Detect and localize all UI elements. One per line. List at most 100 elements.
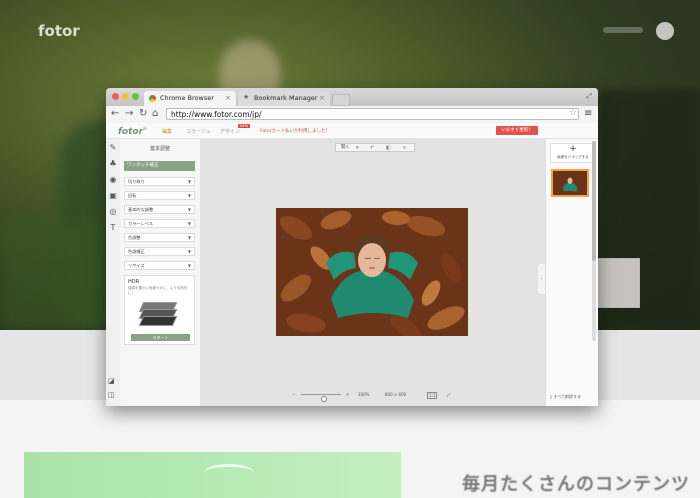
scrollbar-thumb[interactable] [592,141,596,261]
text-icon[interactable]: T [108,223,118,233]
app-logo[interactable]: fotor® [118,126,147,137]
open-menu[interactable]: 開く [341,145,350,150]
caret-down-icon: ▼ [187,193,191,198]
layers-icon [138,302,179,326]
nav-collage[interactable]: コラージュ [186,128,211,135]
fullscreen-icon[interactable]: ⤢ [586,92,592,101]
canvas-toolbar: 開く ▾ ↶ ◧ ⋖ [335,143,415,152]
star-icon: ★ [243,93,250,101]
background-heading: 毎月たくさんのコンテンツ [462,474,690,495]
scrollbar[interactable] [592,141,596,341]
hdr-start-button[interactable]: スタート [131,334,190,341]
eye-icon[interactable]: ◉ [108,175,118,185]
upgrade-button[interactable]: いますぐ更新！ [496,126,538,135]
tab-bookmark-manager[interactable]: ★ Bookmark Manager × [238,91,330,106]
zoom-percent: 100% [358,392,370,397]
image-tray: + 画像をドラッグする ▯ すべて削除する [545,139,598,406]
tool-strip: ✎ ♣ ◉ ▣ ◎ T ◪ ◫ [106,139,121,406]
one-click-fix-button[interactable]: ワンタッチ補正 [124,161,195,171]
dropdown-icon[interactable]: ▾ [356,144,359,152]
banner-ornament [204,464,254,481]
browser-window: Chrome Browser × ★ Bookmark Manager × ⤢ … [106,88,598,406]
frame-icon[interactable]: ▣ [108,191,118,201]
forward-icon[interactable]: → [125,108,133,120]
tab-bar: Chrome Browser × ★ Bookmark Manager × ⤢ [106,88,598,106]
option-label: 切り取り [128,179,145,184]
option-label: 色調補正 [128,249,145,254]
back-icon[interactable]: ← [111,108,119,120]
share-icon[interactable]: ⋖ [402,144,406,152]
add-image-button[interactable]: + 画像をドラッグする [550,143,594,163]
chrome-icon [149,95,156,102]
circle-icon[interactable]: ◎ [108,207,118,217]
option-crop[interactable]: 切り取り ▼ [124,177,195,186]
window-controls [112,93,139,100]
zoom-in-icon[interactable]: + [346,390,349,399]
zoom-out-icon[interactable]: − [292,390,295,399]
caret-down-icon: ▼ [187,221,191,226]
new-project-icon[interactable]: ◪ [108,377,115,385]
new-tab-button[interactable] [332,94,350,106]
close-tab-icon[interactable]: × [225,91,231,106]
tab-label: Chrome Browser [160,94,214,102]
brush-icon[interactable]: ✎ [108,143,118,153]
site-logo: fotor [38,22,80,40]
add-image-label: 画像をドラッグする [557,155,589,159]
ratio-button[interactable]: 1:1 [427,392,438,399]
fullscreen-icon[interactable]: ⤢ [447,390,450,399]
caret-down-icon: ▼ [187,263,191,268]
zoom-window-button[interactable] [132,93,139,100]
option-color-level[interactable]: カラーレベル ▼ [124,219,195,228]
trash-icon: ▯ [550,394,553,399]
option-label: 基本的な調整 [128,207,154,212]
hdr-title: HDR [128,279,140,285]
collapse-panel-tab[interactable]: › [538,264,545,294]
new-badge: NEW [238,124,251,128]
option-basic[interactable]: 基本的な調整 ▼ [124,205,195,214]
zoom-bar: − + 100% 800 × 600 1:1 ⤢ [290,390,455,402]
caret-down-icon: ▼ [187,179,191,184]
site-nav-blur [603,27,643,33]
notice-text[interactable]: Fotorカード払いが利用しました！ [260,128,330,134]
background-card [596,258,640,308]
caret-down-icon: ▼ [187,207,191,212]
option-label: 回転 [128,193,137,198]
plus-icon: + [569,144,577,154]
close-window-button[interactable] [112,93,119,100]
zoom-slider-knob[interactable] [321,396,327,402]
export-icon[interactable]: ◫ [108,391,115,399]
edited-photo[interactable] [276,208,468,336]
image-thumbnail[interactable] [551,169,589,197]
site-avatar [656,22,674,40]
compare-icon[interactable]: ◧ [386,144,391,152]
option-label: リサイズ [128,263,145,268]
option-resize[interactable]: リサイズ ▼ [124,261,195,270]
panel-title: 基本調整 [149,146,170,152]
caret-down-icon: ▼ [187,249,191,254]
editor-canvas: 開く ▾ ↶ ◧ ⋖ − + 100% 800 × 600 1:1 ⤢ [200,139,545,406]
home-icon[interactable]: ⌂ [152,108,158,120]
tab-chrome-browser[interactable]: Chrome Browser × [144,91,236,106]
menu-icon[interactable]: ≡ [584,108,592,119]
zoom-slider[interactable] [301,394,341,402]
address-bar[interactable]: http://www.fotor.com/jp/ [166,108,579,120]
nav-edit[interactable]: 編集 [162,128,172,135]
close-tab-icon[interactable]: × [319,91,325,106]
image-dimensions: 800 × 600 [385,392,407,397]
hdr-description: 階調を豊かに色鮮やかに、より自然的に！ [128,286,188,295]
option-tone[interactable]: 色調補正 ▼ [124,247,195,256]
clear-all-button[interactable]: ▯ すべて削除する [550,394,581,400]
option-rotate[interactable]: 回転 ▼ [124,191,195,200]
nav-design[interactable]: デザイン [220,128,240,135]
clear-all-label: すべて削除する [553,394,582,399]
option-color[interactable]: 色調整 ▼ [124,233,195,242]
sticker-icon[interactable]: ♣ [108,159,118,169]
minimize-window-button[interactable] [122,93,129,100]
reload-icon[interactable]: ↻ [139,108,147,120]
option-label: 色調整 [128,235,141,240]
app-header: fotor® 編集 コラージュ デザイン NEW Fotorカード払いが利用しま… [106,123,598,139]
undo-icon[interactable]: ↶ [370,144,374,152]
bookmark-star-icon[interactable]: ☆ [569,108,577,118]
caret-down-icon: ▼ [187,235,191,240]
option-label: カラーレベル [128,221,154,226]
